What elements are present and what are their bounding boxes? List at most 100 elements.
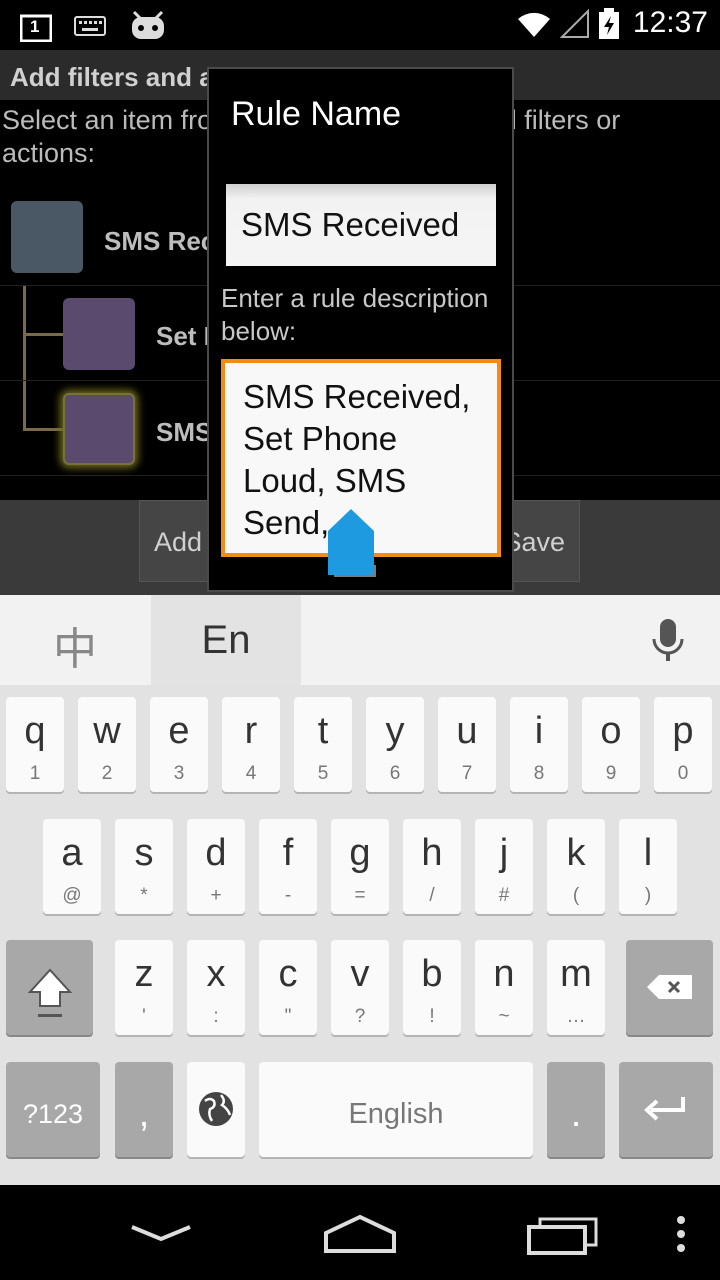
recent-apps-icon[interactable] bbox=[526, 1217, 600, 1260]
key-secondary: 4 bbox=[245, 763, 257, 784]
key-letter: c bbox=[278, 953, 298, 995]
key-letter: l bbox=[643, 832, 653, 874]
key-letter: f bbox=[282, 832, 294, 874]
symbols-key-label: ?123 bbox=[22, 1099, 84, 1129]
comma-key-label: , bbox=[138, 1093, 150, 1135]
backspace-icon bbox=[646, 975, 692, 999]
battery-charging-icon bbox=[598, 8, 620, 45]
key-secondary: 3 bbox=[173, 763, 185, 784]
rule-name-dialog: Rule Name SMS Received Enter a rule desc… bbox=[207, 67, 514, 592]
key-letter: p bbox=[672, 710, 694, 752]
key-f[interactable]: f- bbox=[259, 819, 317, 914]
cyanogen-icon bbox=[128, 8, 168, 47]
key-z[interactable]: z ' bbox=[115, 940, 173, 1035]
enter-key[interactable] bbox=[619, 1062, 713, 1157]
keyboard-icon bbox=[74, 13, 106, 42]
rule-name-field[interactable]: SMS Received bbox=[226, 184, 496, 266]
back-icon[interactable] bbox=[128, 1221, 194, 1250]
space-key-label: English bbox=[348, 1098, 444, 1130]
key-b[interactable]: b! bbox=[403, 940, 461, 1035]
key-h[interactable]: h / bbox=[403, 819, 461, 914]
key-letter: s bbox=[134, 832, 154, 874]
key-secondary: @ bbox=[62, 885, 82, 906]
key-secondary: # bbox=[498, 885, 510, 906]
key-secondary: ( bbox=[572, 885, 580, 906]
home-icon[interactable] bbox=[322, 1213, 398, 1260]
key-letter: o bbox=[600, 710, 622, 752]
key-secondary: 6 bbox=[389, 763, 401, 784]
key-l[interactable]: l) bbox=[619, 819, 677, 914]
key-e[interactable]: e3 bbox=[150, 697, 208, 792]
key-letter: t bbox=[317, 710, 329, 752]
key-y[interactable]: y6 bbox=[366, 697, 424, 792]
space-key[interactable]: English bbox=[259, 1062, 533, 1157]
key-secondary: / bbox=[429, 885, 435, 906]
language-switch-key[interactable] bbox=[187, 1062, 245, 1157]
key-o[interactable]: o9 bbox=[582, 697, 640, 792]
key-a[interactable]: a @ bbox=[43, 819, 101, 914]
language-english-button[interactable]: En bbox=[151, 595, 301, 685]
key-secondary: ~ bbox=[498, 1006, 510, 1027]
key-secondary: ' bbox=[142, 1006, 146, 1027]
key-w[interactable]: w2 bbox=[78, 697, 136, 792]
key-secondary: * bbox=[140, 885, 148, 906]
period-key-label: . bbox=[570, 1093, 582, 1135]
comma-key[interactable]: , bbox=[115, 1062, 173, 1157]
key-secondary: = bbox=[354, 885, 366, 906]
description-label: Enter a rule description below: bbox=[221, 283, 489, 346]
wifi-icon bbox=[516, 9, 552, 44]
key-secondary: " bbox=[284, 1006, 292, 1027]
key-x[interactable]: x: bbox=[187, 940, 245, 1035]
key-d[interactable]: d + bbox=[187, 819, 245, 914]
key-letter: u bbox=[456, 710, 478, 752]
key-letter: x bbox=[206, 953, 226, 995]
key-k[interactable]: k( bbox=[547, 819, 605, 914]
microphone-icon[interactable] bbox=[648, 617, 688, 668]
key-secondary: 8 bbox=[533, 763, 545, 784]
action-icon bbox=[63, 298, 135, 370]
key-c[interactable]: c " bbox=[259, 940, 317, 1035]
key-secondary: 0 bbox=[677, 763, 689, 784]
key-v[interactable]: v? bbox=[331, 940, 389, 1035]
backspace-key[interactable] bbox=[626, 940, 713, 1035]
key-q[interactable]: q1 bbox=[6, 697, 64, 792]
key-p[interactable]: p0 bbox=[654, 697, 712, 792]
key-letter: m bbox=[560, 953, 592, 995]
language-chinese-button[interactable]: 中 bbox=[40, 613, 110, 674]
key-t[interactable]: t5 bbox=[294, 697, 352, 792]
key-letter: z bbox=[134, 953, 154, 995]
key-secondary: 7 bbox=[461, 763, 473, 784]
key-secondary: 1 bbox=[29, 763, 41, 784]
key-r[interactable]: r4 bbox=[222, 697, 280, 792]
key-letter: q bbox=[24, 710, 46, 752]
key-s[interactable]: s * bbox=[115, 819, 173, 914]
key-letter: i bbox=[534, 710, 544, 752]
key-letter: e bbox=[168, 710, 190, 752]
key-m[interactable]: m… bbox=[547, 940, 605, 1035]
shift-key[interactable] bbox=[6, 940, 93, 1035]
period-key[interactable]: . bbox=[547, 1062, 605, 1157]
key-letter: d bbox=[205, 832, 227, 874]
key-secondary: 9 bbox=[605, 763, 617, 784]
overflow-menu-icon[interactable] bbox=[676, 1215, 686, 1260]
key-secondary: 2 bbox=[101, 763, 113, 784]
key-letter: k bbox=[566, 832, 586, 874]
key-letter: h bbox=[421, 832, 443, 874]
soft-keyboard: 中 En q 1 w 2 e 3 r 4 t 5 y 6 u 7 i 8 o 9 p 0 a @ s * d + f - g = h / j # k… bbox=[0, 595, 720, 1185]
notification-icon: 1 bbox=[19, 14, 53, 42]
key-secondary: : bbox=[213, 1006, 219, 1027]
text-cursor-handle[interactable] bbox=[326, 509, 382, 581]
signal-icon bbox=[559, 8, 590, 44]
key-j[interactable]: j # bbox=[475, 819, 533, 914]
key-g[interactable]: g = bbox=[331, 819, 389, 914]
key-u[interactable]: u7 bbox=[438, 697, 496, 792]
key-n[interactable]: n ~ bbox=[475, 940, 533, 1035]
key-letter: b bbox=[421, 953, 443, 995]
clock: 12:37 bbox=[632, 6, 708, 39]
key-secondary: ? bbox=[354, 1006, 366, 1027]
notification-count: 1 bbox=[30, 16, 40, 36]
symbols-key[interactable]: ?123 bbox=[6, 1062, 100, 1157]
key-i[interactable]: i8 bbox=[510, 697, 568, 792]
language-bar: 中 En bbox=[0, 595, 720, 685]
key-secondary: … bbox=[566, 1006, 586, 1027]
